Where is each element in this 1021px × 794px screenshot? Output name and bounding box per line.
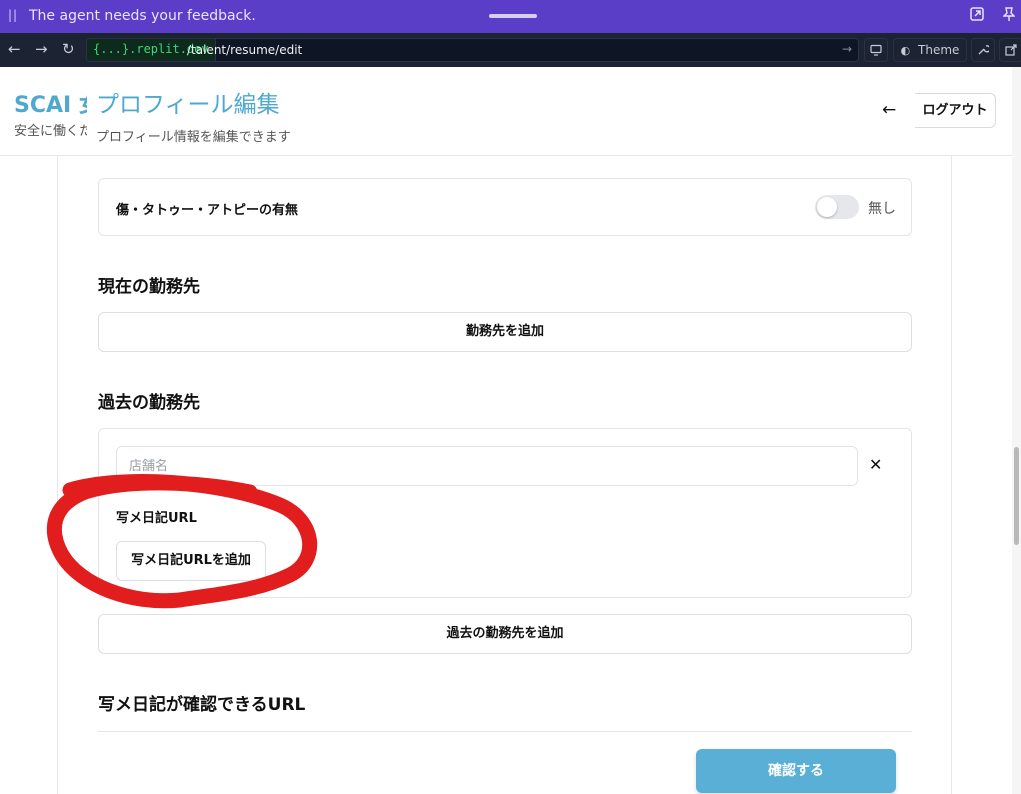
theme-button[interactable]: ◐ Theme: [893, 38, 967, 62]
browser-toolbar: ← → ↻ {...}.replit.dev /talent/resume/ed…: [0, 33, 1021, 67]
tattoo-setting-row: 傷・タトゥー・アトピーの有無 無し: [98, 178, 912, 236]
agent-feedback-message: The agent needs your feedback.: [29, 8, 256, 24]
section-divider: [98, 731, 912, 732]
shop-name-input[interactable]: [116, 446, 858, 486]
current-work-title: 現在の勤務先: [98, 277, 200, 297]
url-path: /talent/resume/edit: [187, 43, 303, 57]
add-current-work-button[interactable]: 勤務先を追加: [98, 312, 912, 352]
add-past-work-button[interactable]: 過去の勤務先を追加: [98, 614, 912, 654]
logout-button[interactable]: ログアウト: [915, 93, 996, 128]
past-work-title: 過去の勤務先: [98, 393, 200, 413]
devtools-icon[interactable]: [864, 38, 888, 62]
forward-icon[interactable]: →: [35, 40, 48, 58]
page-title-block: プロフィール編集 プロフィール情報を編集できます: [87, 82, 301, 152]
back-icon[interactable]: ←: [8, 40, 21, 58]
expand-icon[interactable]: [970, 7, 984, 25]
past-work-entry: ✕ 写メ日記URL 写メ日記URLを追加: [98, 428, 912, 598]
agent-feedback-banner: || The agent needs your feedback.: [0, 0, 1021, 33]
open-external-icon[interactable]: [999, 38, 1021, 62]
toggle-knob: [817, 197, 837, 217]
palette-icon: ◐: [900, 44, 911, 57]
diary-section-title: 写メ日記が確認できるURL: [98, 695, 306, 715]
back-arrow-icon[interactable]: ←: [882, 100, 896, 120]
pause-grip-icon[interactable]: ||: [8, 8, 18, 22]
theme-label: Theme: [918, 43, 960, 57]
reload-icon[interactable]: ↻: [62, 40, 75, 58]
go-arrow-icon[interactable]: →: [842, 42, 852, 56]
page-subtitle: プロフィール情報を編集できます: [96, 130, 291, 145]
diary-url-label: 写メ日記URL: [116, 511, 197, 526]
tattoo-toggle-value: 無し: [868, 201, 896, 217]
scrollbar-thumb[interactable]: [1014, 447, 1019, 545]
remove-entry-close-icon[interactable]: ✕: [869, 455, 882, 474]
add-diary-url-button[interactable]: 写メ日記URLを追加: [116, 541, 266, 581]
page-title: プロフィール編集: [96, 92, 280, 118]
page-scrollbar[interactable]: [1012, 67, 1021, 794]
app-header: SCAI 女 安全に働くた プロフィール編集 プロフィール情報を編集できます ←…: [0, 67, 1021, 156]
tattoo-label: 傷・タトゥー・アトピーの有無: [116, 203, 299, 218]
drag-handle[interactable]: [489, 14, 537, 18]
tattoo-toggle[interactable]: [815, 195, 859, 219]
wrench-icon[interactable]: [971, 38, 995, 62]
url-bar[interactable]: {...}.replit.dev /talent/resume/edit →: [86, 38, 859, 62]
brand-tagline: 安全に働くた: [14, 124, 93, 139]
pin-icon[interactable]: [1002, 7, 1016, 25]
confirm-button[interactable]: 確認する: [696, 749, 896, 793]
